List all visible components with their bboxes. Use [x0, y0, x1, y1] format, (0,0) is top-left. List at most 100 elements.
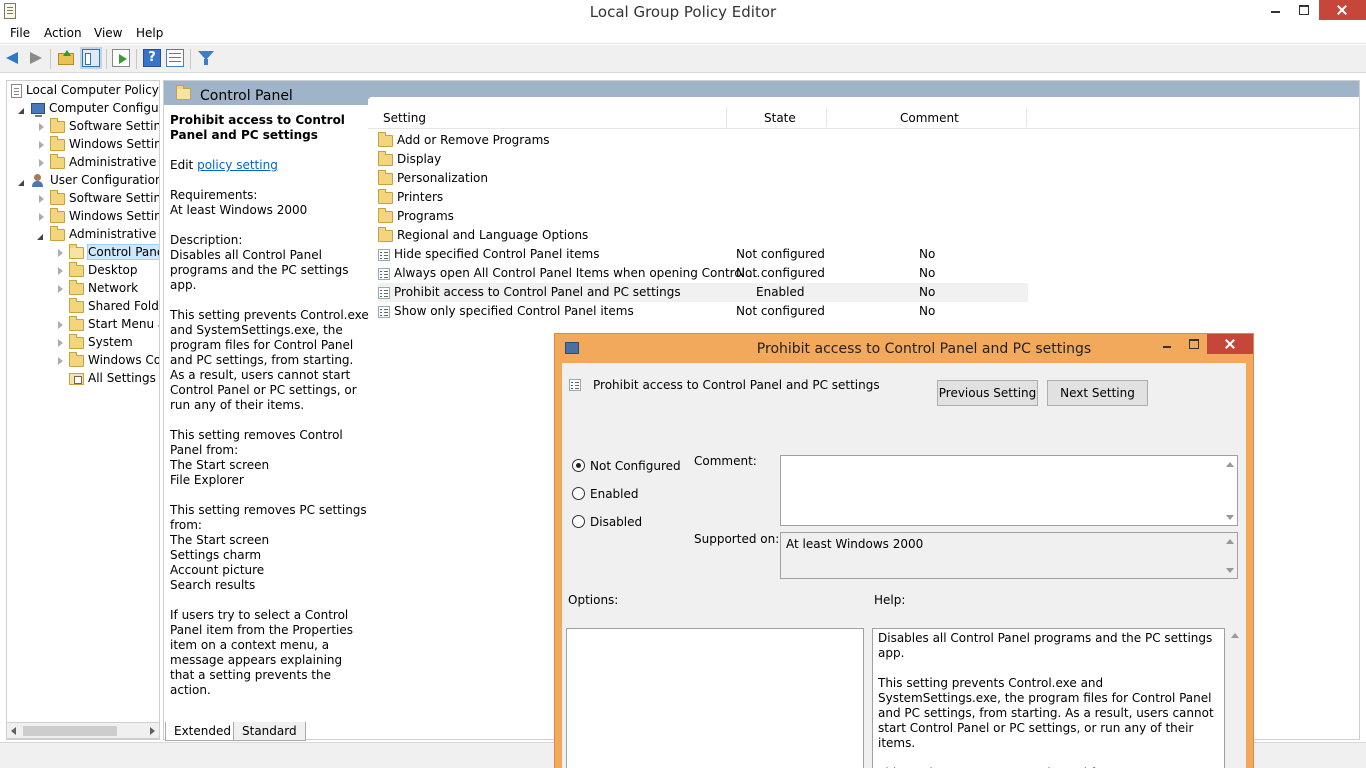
list-setting-row[interactable]: Prohibit access to Control Panel and PC …: [378, 283, 1028, 302]
tree-item[interactable]: Windows Setting: [36, 207, 160, 225]
dialog-close-button[interactable]: [1207, 334, 1253, 354]
back-arrow-icon[interactable]: [4, 49, 22, 67]
list-folder-row[interactable]: Printers: [378, 188, 1028, 207]
list-setting-row[interactable]: Hide specified Control Panel items Not co…: [378, 245, 1028, 264]
description-label: Description:: [170, 233, 243, 247]
list-header: Setting State Comment: [368, 97, 1359, 129]
edit-label: Edit: [170, 158, 194, 172]
tree-item[interactable]: Start Menu ar: [55, 315, 159, 333]
tree-item[interactable]: System: [55, 333, 133, 351]
expanded-arrow-icon[interactable]: [17, 176, 27, 186]
radio-circle[interactable]: [572, 515, 585, 528]
previous-setting-button[interactable]: Previous Setting: [937, 380, 1038, 406]
list-folder-row[interactable]: Programs: [378, 207, 1028, 226]
column-comment[interactable]: Comment: [900, 111, 959, 125]
expand-arrow-icon[interactable]: [36, 140, 46, 150]
export-list-icon[interactable]: [112, 49, 130, 67]
folder-icon: [69, 297, 84, 313]
toolbar-separator: [106, 49, 107, 69]
column-state[interactable]: State: [764, 111, 796, 125]
list-folder-row[interactable]: Personalization: [378, 169, 1028, 188]
list-folder-row[interactable]: Add or Remove Programs: [378, 131, 1028, 150]
column-separator[interactable]: [726, 107, 727, 127]
radio-disabled[interactable]: Disabled: [572, 515, 642, 529]
scroll-up-icon[interactable]: [1226, 539, 1234, 544]
description-p4-label: This setting removes PC settings from:: [170, 503, 367, 532]
tree-item[interactable]: User Configuration: [17, 171, 159, 189]
next-setting-button[interactable]: Next Setting: [1047, 380, 1148, 406]
tree-item[interactable]: Control Panel: [55, 243, 159, 261]
tree-item[interactable]: Windows Cor: [55, 351, 159, 369]
tab-standard[interactable]: Standard: [233, 722, 306, 741]
expanded-arrow-icon[interactable]: [36, 230, 46, 240]
help-scrollbar[interactable]: [1230, 633, 1240, 768]
tree-item[interactable]: Desktop: [55, 261, 138, 279]
tree-item[interactable]: Administrative Te: [36, 153, 159, 171]
maximize-button[interactable]: [1290, 0, 1316, 20]
tree-item[interactable]: All Settings: [55, 369, 156, 387]
up-folder-icon[interactable]: [58, 50, 74, 65]
tree-item[interactable]: Network: [55, 279, 138, 297]
tree-item[interactable]: Windows Setting: [36, 135, 159, 153]
expand-arrow-icon[interactable]: [36, 122, 46, 132]
expand-arrow-icon[interactable]: [55, 338, 65, 348]
menu-file[interactable]: File: [10, 26, 30, 40]
tree-item[interactable]: Software Settings: [36, 117, 159, 135]
menu-help[interactable]: Help: [136, 26, 163, 40]
dialog-minimize-button[interactable]: [1155, 334, 1181, 354]
policy-setting-link[interactable]: policy setting: [197, 158, 278, 172]
tree-item[interactable]: Shared Folder: [55, 297, 159, 315]
tree-item[interactable]: Local Computer Policy: [11, 81, 159, 99]
setting-name: Display: [397, 152, 442, 166]
scroll-up-icon[interactable]: [1226, 462, 1234, 467]
tree-item[interactable]: Computer Configura: [17, 99, 159, 117]
extended-description: Prohibit access to Control Panel and PC …: [170, 113, 370, 713]
list-folder-row[interactable]: Regional and Language Options: [378, 226, 1028, 245]
comment-scrollbar[interactable]: [1225, 462, 1235, 520]
menu-view[interactable]: View: [94, 26, 122, 40]
folder-icon: [378, 188, 393, 204]
column-separator[interactable]: [1026, 107, 1027, 127]
help-icon[interactable]: ?: [143, 49, 161, 67]
expand-arrow-icon[interactable]: [36, 158, 46, 168]
tree-item[interactable]: Administrative Te: [36, 225, 159, 243]
radio-not-configured[interactable]: Not Configured: [572, 459, 681, 473]
radio-enabled[interactable]: Enabled: [572, 487, 639, 501]
dialog-maximize-button[interactable]: [1181, 334, 1207, 354]
tree-item[interactable]: Software Settings: [36, 189, 159, 207]
scroll-right-icon[interactable]: [150, 727, 155, 735]
expand-arrow-icon[interactable]: [36, 194, 46, 204]
expand-arrow-icon[interactable]: [55, 266, 65, 276]
description-p2: This setting prevents Control.exe and Sy…: [170, 308, 369, 412]
expanded-arrow-icon[interactable]: [17, 104, 27, 114]
list-setting-row[interactable]: Always open All Control Panel Items when…: [378, 264, 1028, 283]
menu-action[interactable]: Action: [44, 26, 82, 40]
column-setting[interactable]: Setting: [383, 111, 426, 125]
scroll-up-icon[interactable]: [1231, 633, 1239, 638]
list-setting-row[interactable]: Show only specified Control Panel items N…: [378, 302, 1028, 321]
tab-extended[interactable]: Extended: [165, 722, 240, 741]
tree-horizontal-scrollbar[interactable]: [6, 722, 160, 739]
radio-circle[interactable]: [572, 459, 585, 472]
show-hide-pane-icon[interactable]: [82, 49, 100, 67]
forward-arrow-icon[interactable]: [26, 49, 44, 67]
radio-circle[interactable]: [572, 487, 585, 500]
expand-arrow-icon[interactable]: [55, 248, 65, 258]
list-folder-row[interactable]: Display: [378, 150, 1028, 169]
scroll-left-icon[interactable]: [11, 727, 16, 735]
expand-arrow-icon[interactable]: [55, 284, 65, 294]
comment-field[interactable]: [780, 455, 1238, 526]
close-button[interactable]: [1319, 0, 1366, 20]
minimize-button[interactable]: [1262, 0, 1288, 20]
scroll-down-icon[interactable]: [1226, 515, 1234, 520]
supported-scrollbar[interactable]: [1225, 539, 1235, 573]
scroll-down-icon[interactable]: [1226, 568, 1234, 573]
expand-arrow-icon[interactable]: [55, 320, 65, 330]
tree-item-label: Windows Setting: [69, 209, 160, 223]
expand-arrow-icon[interactable]: [36, 212, 46, 222]
scroll-thumb[interactable]: [23, 726, 117, 736]
column-separator[interactable]: [826, 107, 827, 127]
filter-icon[interactable]: [197, 49, 215, 67]
properties-icon[interactable]: [166, 49, 184, 67]
expand-arrow-icon[interactable]: [55, 356, 65, 366]
